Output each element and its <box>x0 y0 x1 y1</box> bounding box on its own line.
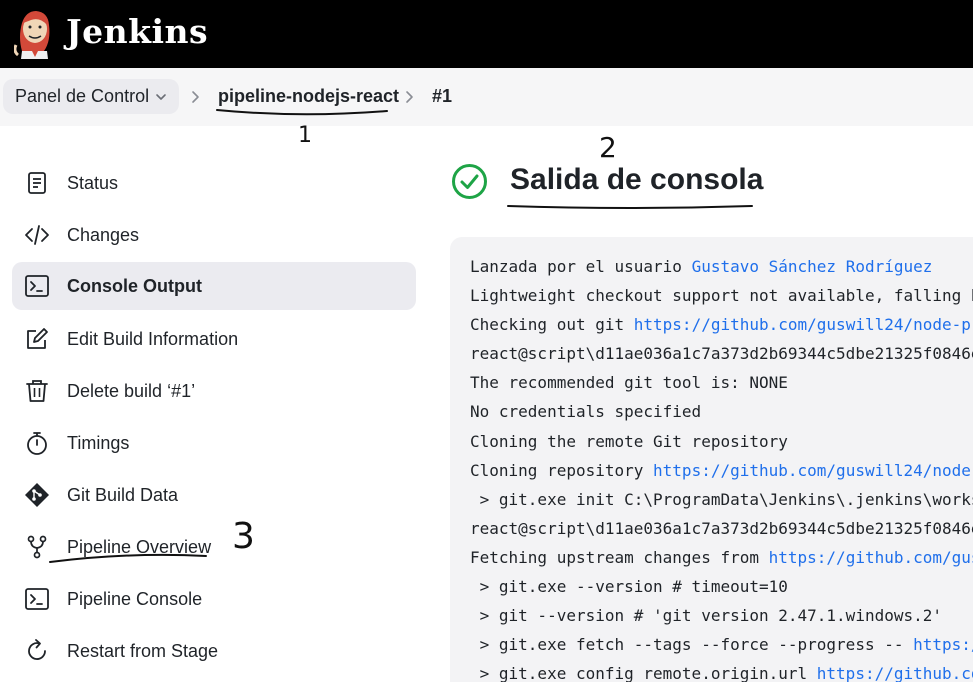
sidebar-item-changes[interactable]: Changes <box>12 211 416 259</box>
sidebar-item-label: Pipeline Overview <box>67 536 212 557</box>
repo-link[interactable]: https://github.com/guswill24/ <box>913 635 973 654</box>
sidebar-item-label: Timings <box>67 432 130 453</box>
annotation-mark-2: 2 <box>599 131 617 164</box>
breadcrumb-home[interactable]: Panel de Control <box>3 79 180 114</box>
brand-title[interactable]: Jenkins <box>66 12 208 51</box>
repo-link[interactable]: https://github.com/guswill24/ <box>817 664 973 682</box>
sidebar: Status Changes Console Output Edit Build… <box>0 126 430 682</box>
breadcrumb-job[interactable]: pipeline-nodejs-react <box>218 86 399 107</box>
jenkins-butler-icon[interactable] <box>14 7 54 59</box>
sidebar-item-status[interactable]: Status <box>12 159 416 207</box>
console-line: Checking out git https://github.com/gusw… <box>470 315 973 334</box>
sidebar-item-pipeline-console[interactable]: Pipeline Console <box>12 575 416 623</box>
fork-icon <box>24 534 50 560</box>
console-line: Fetching upstream changes from https://g… <box>470 548 973 567</box>
repo-link[interactable]: https://github.com/guswill24/node-projec… <box>653 461 973 480</box>
sidebar-item-restart-from-stage[interactable]: Restart from Stage <box>12 627 416 675</box>
code-icon <box>24 222 50 248</box>
breadcrumb-build[interactable]: #1 <box>432 86 452 107</box>
sidebar-item-timings[interactable]: Timings <box>12 419 416 467</box>
breadcrumb-home-label: Panel de Control <box>15 86 150 106</box>
console-line: > git.exe config remote.origin.url https… <box>470 664 973 682</box>
sidebar-item-label: Status <box>67 172 119 193</box>
console-line: react@script\d11ae036a1c7a373d2b69344c5d… <box>470 344 973 363</box>
success-check-icon <box>452 164 487 199</box>
edit-icon <box>24 326 50 352</box>
git-icon <box>24 482 50 508</box>
terminal-icon <box>24 586 50 612</box>
sidebar-item-label: Pipeline Console <box>67 588 203 609</box>
console-line: Lanzada por el usuario Gustavo Sánchez R… <box>470 257 933 276</box>
console-line: Cloning repository https://github.com/gu… <box>470 461 973 480</box>
repo-link[interactable]: https://github.com/guswill24/node-projec… <box>634 315 973 334</box>
sidebar-item-console-output[interactable]: Console Output <box>12 262 416 310</box>
console-line: > git.exe fetch --tags --force --progres… <box>470 635 973 654</box>
stopwatch-icon <box>24 430 50 456</box>
sidebar-item-label: Console Output <box>67 275 202 296</box>
console-line: react@script\d11ae036a1c7a373d2b69344c5d… <box>470 519 973 538</box>
sidebar-item-label: Delete build ‘#1’ <box>67 380 196 401</box>
sidebar-item-label: Changes <box>67 224 140 245</box>
console-line: > git --version # 'git version 2.47.1.wi… <box>470 606 943 625</box>
sidebar-item-delete-build[interactable]: Delete build ‘#1’ <box>12 367 416 415</box>
console-line: No credentials specified <box>470 402 702 421</box>
trash-icon <box>24 378 50 404</box>
sidebar-item-label: Restart from Stage <box>67 640 219 661</box>
breadcrumb-separator-icon <box>406 91 413 103</box>
sidebar-item-label: Git Build Data <box>67 484 179 505</box>
breadcrumb: Panel de Control pipeline-nodejs-react #… <box>0 68 973 126</box>
breadcrumb-separator-icon <box>192 91 199 103</box>
console-output-panel[interactable]: Lanzada por el usuario Gustavo Sánchez R… <box>450 237 973 682</box>
console-line: > git.exe --version # timeout=10 <box>470 577 788 596</box>
sidebar-item-label: Edit Build Information <box>67 328 239 349</box>
top-header: Jenkins <box>0 0 973 68</box>
console-line: > git.exe init C:\ProgramData\Jenkins\.j… <box>479 490 973 509</box>
console-line: Cloning the remote Git repository <box>470 432 788 451</box>
terminal-icon <box>24 273 50 299</box>
document-icon <box>24 170 50 196</box>
user-link[interactable]: Gustavo Sánchez Rodríguez <box>692 257 933 276</box>
restart-icon <box>24 638 50 664</box>
repo-link[interactable]: https://github.com/guswill24/node-projec… <box>769 548 973 567</box>
chevron-down-icon[interactable] <box>155 91 167 103</box>
sidebar-item-pipeline-overview[interactable]: Pipeline Overview <box>12 523 416 571</box>
page-title: Salida de consola <box>510 163 764 196</box>
sidebar-item-edit-build-information[interactable]: Edit Build Information <box>12 315 416 363</box>
sidebar-item-git-build-data[interactable]: Git Build Data <box>12 471 416 519</box>
console-line: Lightweight checkout support not availab… <box>470 286 973 305</box>
console-line: The recommended git tool is: NONE <box>470 373 788 392</box>
